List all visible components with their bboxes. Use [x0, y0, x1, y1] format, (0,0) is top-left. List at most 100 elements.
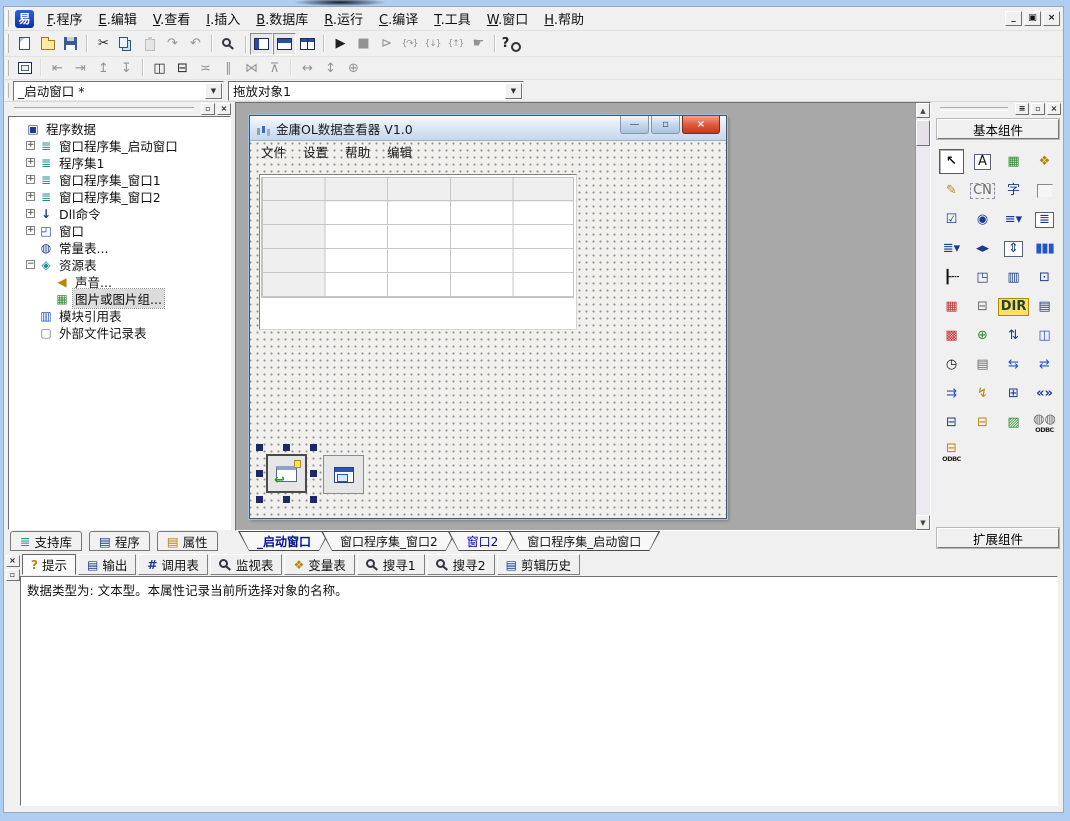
form-menu-item[interactable]: 帮助: [345, 142, 370, 161]
tree-expander-icon[interactable]: +: [26, 209, 35, 218]
calendar-component[interactable]: ▦: [939, 294, 964, 319]
same-width-button[interactable]: ↔: [296, 57, 319, 79]
toolbar-window-component[interactable]: ◫: [1032, 323, 1057, 348]
drag-drop-component[interactable]: ↩: [266, 454, 307, 493]
designer-tab[interactable]: 窗口程序集_窗口2: [321, 531, 457, 551]
updown-component[interactable]: ⇅: [1001, 323, 1026, 348]
basic-components-button[interactable]: 基本组件: [937, 119, 1059, 139]
tree-item[interactable]: + ≣ 窗口程序集_启动窗口: [9, 137, 230, 154]
palette-float-button[interactable]: ▫: [1031, 103, 1045, 115]
selection-handle[interactable]: [310, 496, 317, 503]
align-bottom-button[interactable]: ↧: [115, 57, 138, 79]
extended-components-button[interactable]: 扩展组件: [937, 528, 1059, 548]
form-menu-item[interactable]: 设置: [303, 142, 328, 161]
menu-item[interactable]: T.工具: [426, 7, 479, 30]
data-grid-component[interactable]: ⊞: [1001, 381, 1026, 406]
menu-item[interactable]: F.程序: [39, 7, 91, 30]
edit-box-component[interactable]: A: [970, 149, 995, 174]
align-top-button[interactable]: ↥: [92, 57, 115, 79]
code-preview-button[interactable]: [217, 33, 240, 55]
menu-item[interactable]: W.窗口: [479, 7, 537, 30]
save-file-button[interactable]: [59, 33, 82, 55]
toggle-left-panel-button[interactable]: [250, 33, 273, 55]
output-tab[interactable]: ▤剪辑历史: [497, 554, 580, 575]
dir-box-component[interactable]: DIR: [1001, 294, 1026, 319]
object-selector-combobox[interactable]: 拖放对象1 ▼: [228, 81, 524, 101]
menu-item[interactable]: I.插入: [198, 7, 248, 30]
same-size-button[interactable]: ⊕: [342, 57, 365, 79]
label-component[interactable]: 字: [1001, 178, 1026, 203]
database-component[interactable]: ⊟: [970, 410, 995, 435]
shrink-vertical-button[interactable]: ⊼: [263, 57, 286, 79]
designer-tab[interactable]: 窗口程序集_启动窗口: [508, 531, 660, 551]
designed-form[interactable]: 金庸OL数据查看器 V1.0 —▫× 文件设置帮助编辑: [249, 115, 727, 519]
output-panel-close-button[interactable]: ×: [6, 555, 20, 567]
toggle-panel-layout-button[interactable]: [296, 33, 319, 55]
dropdown-arrow-icon[interactable]: ▼: [505, 83, 522, 99]
debug-run-button[interactable]: ⊳: [375, 33, 398, 55]
progress-bar-component[interactable]: ▮▮▮: [1032, 236, 1057, 261]
canvas-vertical-scrollbar[interactable]: ▲ ▼: [915, 103, 930, 530]
same-height-button[interactable]: ↕: [319, 57, 342, 79]
step-over-button[interactable]: {↷}: [398, 33, 421, 55]
animation-component[interactable]: ▥: [1001, 265, 1026, 290]
rich-edit-component[interactable]: ✎: [939, 178, 964, 203]
list-box-component[interactable]: ≣: [1032, 207, 1057, 232]
paste-button[interactable]: [138, 33, 161, 55]
panel-drag-handle[interactable]: [14, 107, 194, 111]
menu-item[interactable]: B.数据库: [248, 7, 316, 30]
left-panel-tab[interactable]: ▤属性: [157, 531, 218, 551]
tree-item[interactable]: ▢ 外部文件记录表: [9, 324, 230, 341]
scroll-down-button[interactable]: ▼: [916, 515, 930, 530]
pause-button[interactable]: ☛: [467, 33, 490, 55]
selection-handle[interactable]: [310, 444, 317, 451]
center-vertical-button[interactable]: ⊟: [171, 57, 194, 79]
datagram-component[interactable]: ⇉: [939, 381, 964, 406]
undo-button[interactable]: ↶: [184, 33, 207, 55]
menu-item[interactable]: E.编辑: [91, 7, 145, 30]
menu-item[interactable]: V.查看: [145, 7, 198, 30]
designer-tab[interactable]: _启动窗口: [238, 531, 330, 551]
menu-item[interactable]: C.编译: [371, 7, 426, 30]
selection-handle[interactable]: [256, 470, 263, 477]
tree-item[interactable]: + ≣ 程序集1: [9, 154, 230, 171]
project-panel-close-button[interactable]: ×: [217, 103, 231, 115]
radio-button-component[interactable]: ◉: [970, 207, 995, 232]
cut-button[interactable]: ✂: [92, 33, 115, 55]
printer-component[interactable]: ▤: [970, 352, 995, 377]
media-player-component[interactable]: ⊡: [1032, 265, 1057, 290]
record-navigator-component[interactable]: «»: [1032, 381, 1057, 406]
palette-menu-button[interactable]: ≡: [1015, 103, 1029, 115]
output-tab[interactable]: ?提示: [22, 554, 76, 575]
form-menu-item[interactable]: 编辑: [387, 142, 412, 161]
tree-item[interactable]: ▣ 程序数据: [9, 120, 230, 137]
com-port-component[interactable]: ↯: [970, 381, 995, 406]
shrink-horizontal-button[interactable]: ⋈: [240, 57, 263, 79]
combo-box-component[interactable]: ≡▾: [1001, 207, 1026, 232]
window-selector-combobox[interactable]: _启动窗口 * ▼: [13, 81, 224, 101]
status-bar-component[interactable]: ⊟: [970, 294, 995, 319]
menu-item[interactable]: R.运行: [316, 7, 371, 30]
client-component[interactable]: ⇆: [1001, 352, 1026, 377]
tree-item[interactable]: ◀ 声音...: [9, 273, 230, 290]
output-panel-float-button[interactable]: ▫: [6, 569, 20, 581]
toggle-bottom-panel-button[interactable]: [273, 33, 296, 55]
copy-button[interactable]: [115, 33, 138, 55]
selection-handle[interactable]: [310, 470, 317, 477]
tab-control-component[interactable]: ◳: [970, 265, 995, 290]
panel-component[interactable]: [1032, 178, 1057, 203]
tree-expander-icon[interactable]: +: [26, 192, 35, 201]
form-client-area[interactable]: 文件设置帮助编辑 ↩: [250, 141, 726, 518]
redo-button[interactable]: ↷: [161, 33, 184, 55]
scrollbar-thumb[interactable]: [916, 120, 930, 146]
tree-item[interactable]: ▥ 模块引用表: [9, 307, 230, 324]
form-designer-canvas[interactable]: 金庸OL数据查看器 V1.0 —▫× 文件设置帮助编辑: [235, 102, 931, 531]
tree-item[interactable]: ◍ 常量表...: [9, 239, 230, 256]
dropdown-arrow-icon[interactable]: ▼: [205, 83, 222, 99]
align-left-button[interactable]: ⇤: [46, 57, 69, 79]
output-tab[interactable]: 监视表: [210, 554, 283, 575]
document-component[interactable]: ▤: [1032, 294, 1057, 319]
tree-expander-icon[interactable]: +: [26, 226, 35, 235]
check-box-component[interactable]: ☑: [939, 207, 964, 232]
form-menu-item[interactable]: 文件: [261, 142, 286, 161]
